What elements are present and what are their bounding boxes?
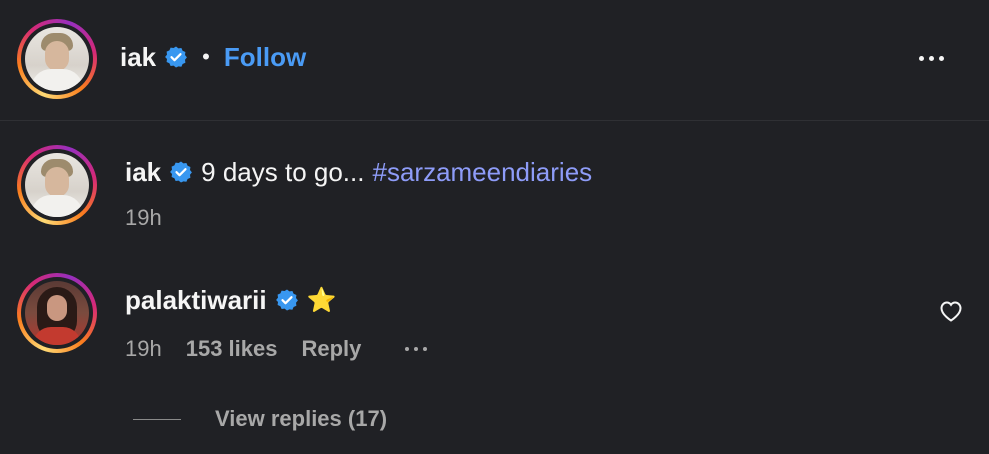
comment-timestamp: 19h (125, 336, 162, 361)
caption-hashtag[interactable]: #sarzameendiaries (372, 157, 592, 188)
verified-badge-icon (275, 289, 298, 311)
caption-timestamp: 19h (125, 205, 162, 230)
post-author-avatar[interactable] (17, 19, 97, 99)
comment-author-avatar[interactable] (17, 273, 97, 353)
post-header: iak • Follow (120, 40, 306, 74)
header-divider (0, 120, 989, 121)
caption-author-avatar[interactable] (17, 145, 97, 225)
replies-divider-line (133, 418, 181, 420)
caption-line: iak 9 days to go... #sarzameendiaries (125, 155, 592, 189)
follow-button[interactable]: Follow (224, 42, 306, 73)
comment-likes[interactable]: 153 likes (186, 336, 278, 362)
verified-badge-icon (165, 46, 188, 68)
comment-text: ⭐ (306, 286, 337, 314)
comment-meta: 19h 153 likes Reply (125, 336, 428, 362)
view-replies-button[interactable]: View replies (17) (215, 406, 387, 432)
view-replies-row[interactable]: View replies (17) (133, 405, 387, 433)
more-options-icon[interactable] (919, 56, 944, 61)
heart-icon[interactable] (939, 300, 963, 322)
header-separator: • (202, 44, 210, 69)
reply-button[interactable]: Reply (301, 336, 361, 362)
caption-username[interactable]: iak (125, 157, 161, 188)
comment-line: palaktiwarii ⭐ (125, 283, 337, 317)
comment-username[interactable]: palaktiwarii (125, 285, 267, 316)
caption-text: 9 days to go... (201, 156, 365, 187)
comment-more-options-icon[interactable] (405, 347, 428, 351)
post-author-username[interactable]: iak (120, 42, 156, 73)
verified-badge-icon (170, 161, 193, 183)
